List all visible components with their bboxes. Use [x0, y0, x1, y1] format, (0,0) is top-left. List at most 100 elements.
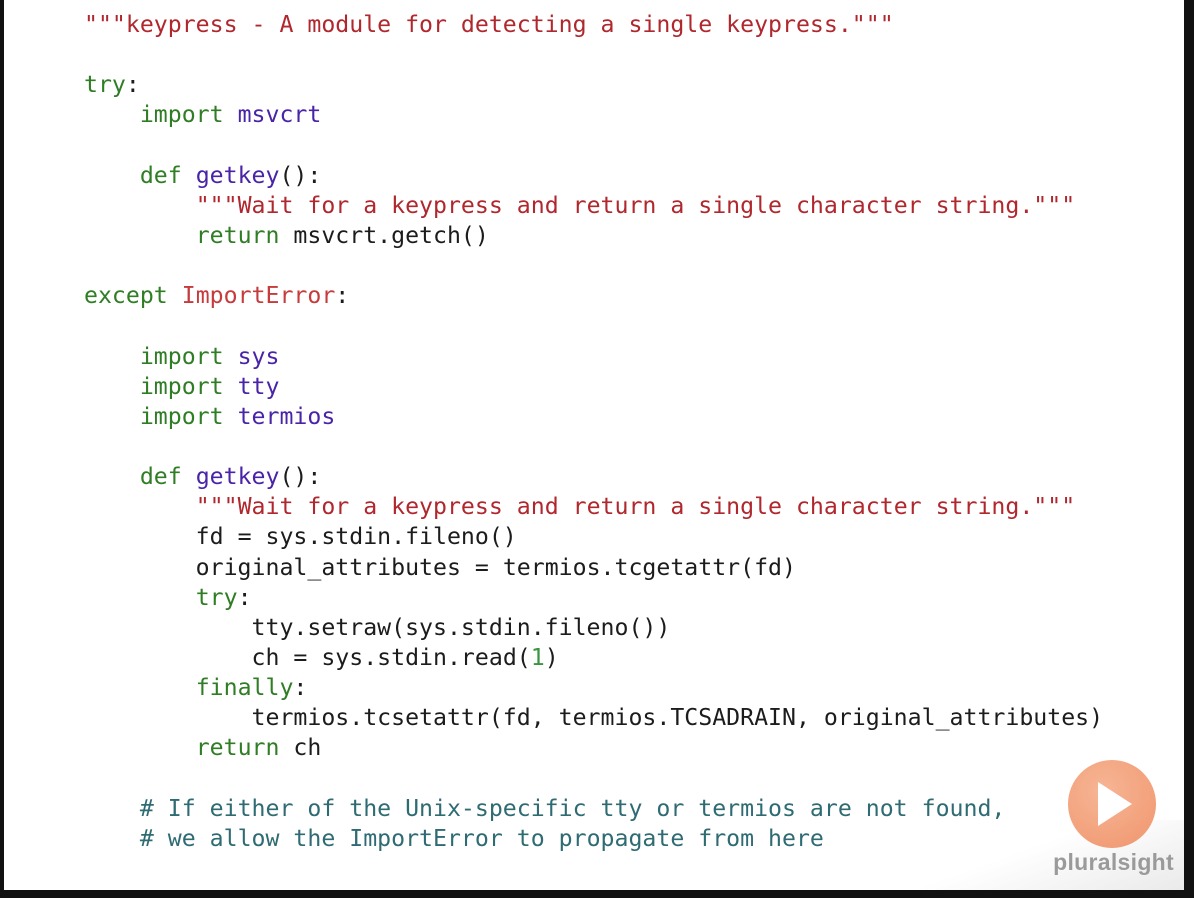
code-line: """Wait for a keypress and return a sing… [84, 492, 1103, 522]
code-token: try [84, 71, 126, 99]
code-token: termios [237, 402, 336, 430]
slide: """keypress - A module for detecting a s… [4, 0, 1184, 890]
code-token: 1 [530, 643, 545, 671]
pluralsight-logo: pluralsight [1044, 760, 1174, 880]
code-line: tty.setraw(sys.stdin.fileno()) [84, 613, 1103, 643]
code-line: import sys [84, 342, 1103, 372]
code-token: import [139, 402, 224, 430]
code-token: return [195, 221, 280, 249]
code-block: """keypress - A module for detecting a s… [84, 10, 1103, 854]
code-token: ) [544, 643, 559, 671]
code-token: = [474, 553, 489, 581]
code-token: fd [84, 523, 238, 551]
code-token: original_attributes [84, 553, 475, 581]
code-line: import termios [84, 402, 1103, 432]
play-icon [1098, 782, 1132, 826]
code-token: getkey [195, 463, 280, 491]
frame-border-right [1184, 0, 1194, 898]
code-token: termios.tcgetattr(fd) [488, 553, 796, 581]
code-token: import [139, 101, 224, 129]
code-token: : [125, 71, 140, 99]
code-token: msvcrt [237, 101, 322, 129]
code-token: def [139, 463, 182, 491]
code-line: termios.tcsetattr(fd, termios.TCSADRAIN,… [84, 703, 1104, 733]
code-token: tty.setraw(sys.stdin.fileno()) [84, 613, 671, 641]
code-token: finally [195, 674, 294, 702]
code-line: """keypress - A module for detecting a s… [84, 10, 1103, 40]
code-line: original_attributes = termios.tcgetattr(… [84, 553, 1103, 583]
code-token: : [293, 674, 308, 702]
code-token: except [84, 282, 168, 310]
code-token: # If either of the Unix-specific tty or … [139, 794, 1006, 822]
code-line: """Wait for a keypress and return a sing… [84, 191, 1103, 221]
code-token: import [139, 372, 224, 400]
code-token: tty [237, 372, 280, 400]
code-token: (): [279, 463, 322, 491]
code-line: fd = sys.stdin.fileno() [84, 522, 1103, 552]
code-line: def getkey(): [84, 462, 1103, 492]
code-token: getkey [195, 161, 280, 189]
code-token: ch [84, 643, 294, 671]
logo-circle [1068, 760, 1156, 848]
code-line: try: [84, 583, 1103, 613]
code-token: ImportError [181, 282, 336, 310]
code-token: sys.stdin.fileno() [251, 523, 517, 551]
code-token: : [335, 282, 350, 310]
code-line: try: [84, 70, 1103, 100]
code-token: msvcrt.getch() [279, 221, 489, 249]
code-token: # we allow the ImportError to propagate … [139, 824, 824, 852]
code-token: """keypress - A module for detecting a s… [84, 11, 894, 38]
code-line: ch = sys.stdin.read(1) [84, 643, 1103, 673]
logo-text: pluralsight [1053, 849, 1174, 875]
code-token: termios.tcsetattr(fd, termios.TCSADRAIN,… [84, 704, 1104, 732]
code-line: finally: [84, 673, 1103, 703]
code-token: ch [279, 734, 322, 762]
code-token: sys [237, 342, 280, 370]
code-token: = [293, 643, 308, 671]
code-token: sys.stdin.read( [307, 643, 531, 671]
code-token: """Wait for a keypress and return a sing… [195, 493, 1076, 521]
code-token: try [195, 583, 238, 611]
code-token: (): [279, 161, 322, 189]
code-token: = [237, 523, 252, 551]
code-line: import tty [84, 372, 1103, 402]
code-line: def getkey(): [84, 161, 1103, 191]
code-line: except ImportError: [84, 281, 1103, 311]
code-token: import [139, 342, 224, 370]
code-line: return ch [84, 733, 1103, 763]
code-token: """Wait for a keypress and return a sing… [195, 191, 1076, 219]
code-line: import msvcrt [84, 100, 1103, 130]
code-token: def [139, 161, 182, 189]
frame-border-bottom [0, 890, 1194, 898]
code-token: return [195, 734, 280, 762]
code-line: return msvcrt.getch() [84, 221, 1103, 251]
code-token: : [237, 583, 252, 611]
